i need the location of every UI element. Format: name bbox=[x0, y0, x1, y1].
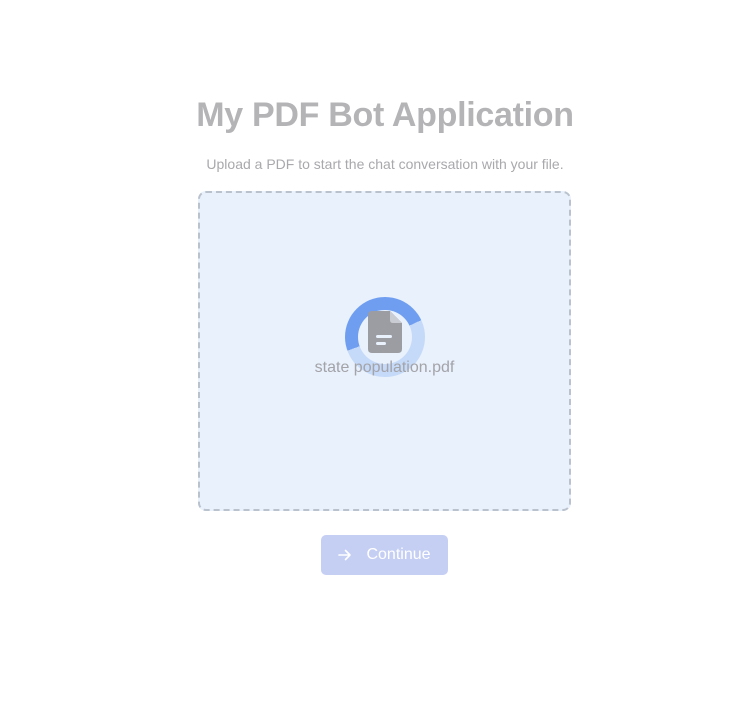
file-icon bbox=[368, 311, 402, 353]
pdf-upload-dropzone[interactable]: state population.pdf bbox=[198, 191, 571, 511]
arrow-right-icon bbox=[338, 549, 352, 561]
uploaded-file-name: state population.pdf bbox=[314, 359, 455, 376]
continue-button-label: Continue bbox=[366, 546, 431, 563]
page: My PDF Bot Application Upload a PDF to s… bbox=[0, 0, 748, 724]
continue-button[interactable]: Continue bbox=[321, 535, 448, 575]
page-title: My PDF Bot Application bbox=[196, 96, 574, 134]
page-subtitle: Upload a PDF to start the chat conversat… bbox=[206, 156, 564, 172]
